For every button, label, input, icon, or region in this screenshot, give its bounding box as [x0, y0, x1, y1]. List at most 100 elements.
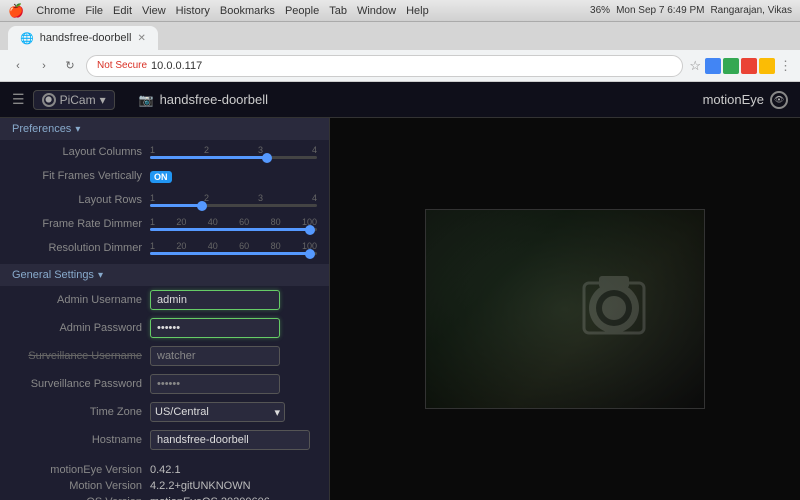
motioneye-logo: motionEye	[703, 92, 764, 107]
motioneye-icon: 👁	[770, 91, 788, 109]
tab-title: handsfree-doorbell	[40, 32, 132, 44]
layout-rows-track	[150, 204, 317, 207]
layout-columns-track	[150, 156, 317, 159]
apple-icon[interactable]: 🍎	[8, 3, 24, 19]
battery-indicator: 36%	[590, 5, 610, 16]
motioneye-version-label: motionEye Version	[12, 464, 142, 476]
camera-dropdown-icon: ▾	[100, 93, 106, 107]
mac-menubar: 🍎 Chrome File Edit View History Bookmark…	[0, 0, 800, 22]
menu-people[interactable]: People	[285, 5, 319, 17]
device-icon: 📷	[139, 93, 154, 107]
layout-rows-fill	[150, 204, 200, 207]
menu-tab[interactable]: Tab	[329, 5, 347, 17]
frame-rate-label: Frame Rate Dimmer	[12, 218, 142, 230]
hostname-value: handsfree-doorbell	[150, 430, 317, 450]
general-settings-header[interactable]: General Settings ▾	[0, 264, 329, 286]
camera-silhouette-icon	[564, 268, 664, 348]
general-settings-label: General Settings	[12, 269, 94, 281]
menu-history[interactable]: History	[176, 5, 210, 17]
ext-icon-4	[759, 58, 775, 74]
resolution-dimmer-thumb[interactable]	[305, 249, 315, 259]
admin-password-input[interactable]: ••••••	[150, 318, 280, 338]
app-container: ☰ ⬤ PiCam ▾ 📷 handsfree-doorbell motionE…	[0, 82, 800, 500]
motion-version-label: Motion Version	[12, 480, 142, 492]
username: Rangarajan, Vikas	[710, 5, 792, 16]
timezone-label: Time Zone	[12, 406, 142, 418]
fit-frames-label: Fit Frames Vertically	[12, 170, 142, 182]
frame-rate-row: Frame Rate Dimmer 120406080100	[0, 212, 329, 236]
bookmark-star[interactable]: ☆	[689, 58, 701, 74]
menu-bookmarks[interactable]: Bookmarks	[220, 5, 275, 17]
os-version-value: motionEyeOS 20200606	[150, 496, 270, 500]
surveillance-username-value: watcher	[150, 346, 317, 366]
surveillance-password-input[interactable]: ••••••	[150, 374, 280, 394]
frame-rate-fill	[150, 228, 309, 231]
hostname-input[interactable]: handsfree-doorbell	[150, 430, 310, 450]
device-name-text: handsfree-doorbell	[160, 92, 268, 107]
menu-window[interactable]: Window	[357, 5, 396, 17]
camera-feed-display	[425, 209, 705, 409]
resolution-dimmer-track	[150, 252, 317, 255]
menu-chrome[interactable]: Chrome	[36, 5, 75, 17]
settings-panel: Preferences ▾ Layout Columns 1234	[0, 118, 330, 500]
surveillance-password-value: ••••••	[150, 374, 317, 394]
app-header: ☰ ⬤ PiCam ▾ 📷 handsfree-doorbell motionE…	[0, 82, 800, 118]
extension-icons	[705, 58, 775, 74]
general-settings-chevron: ▾	[98, 270, 103, 281]
admin-password-label: Admin Password	[12, 322, 142, 334]
admin-username-value: admin	[150, 290, 317, 310]
layout-rows-row: Layout Rows 1234	[0, 188, 329, 212]
ext-icon-2	[723, 58, 739, 74]
surveillance-password-row: Surveillance Password ••••••	[0, 370, 329, 398]
chrome-tab-active[interactable]: 🌐 handsfree-doorbell ✕	[8, 26, 158, 50]
fit-frames-toggle[interactable]: ON	[150, 171, 172, 183]
resolution-dimmer-slider[interactable]: 120406080100	[150, 241, 317, 255]
chrome-addressbar: ‹ › ↻ Not Secure 10.0.0.117 ☆ ⋮	[0, 50, 800, 82]
forward-button[interactable]: ›	[34, 56, 54, 76]
admin-username-input[interactable]: admin	[150, 290, 280, 310]
menu-help[interactable]: Help	[406, 5, 429, 17]
camera-selector[interactable]: ⬤ PiCam ▾	[33, 90, 115, 110]
admin-username-row: Admin Username admin	[0, 286, 329, 314]
layout-columns-slider[interactable]: 1234	[150, 145, 317, 159]
surveillance-username-input[interactable]: watcher	[150, 346, 280, 366]
menu-edit[interactable]: Edit	[113, 5, 132, 17]
layout-columns-thumb[interactable]	[262, 153, 272, 163]
device-name-display: 📷 handsfree-doorbell	[139, 92, 268, 107]
security-indicator: Not Secure	[97, 60, 147, 71]
os-version-row: OS Version motionEyeOS 20200606	[0, 494, 329, 500]
camera-name: PiCam	[60, 93, 96, 107]
resolution-dimmer-fill	[150, 252, 309, 255]
resolution-dimmer-row: Resolution Dimmer 120406080100	[0, 236, 329, 260]
os-version-label: OS Version	[12, 496, 142, 500]
layout-rows-label: Layout Rows	[12, 194, 142, 206]
ext-icon-3	[741, 58, 757, 74]
motioneye-version-row: motionEye Version 0.42.1	[0, 462, 329, 478]
profile-button[interactable]: ⋮	[779, 58, 792, 74]
preferences-label: Preferences	[12, 123, 71, 135]
tab-close-button[interactable]: ✕	[137, 33, 145, 44]
header-left: ☰ ⬤ PiCam ▾ 📷 handsfree-doorbell	[12, 90, 268, 110]
menu-view[interactable]: View	[142, 5, 166, 17]
preferences-header[interactable]: Preferences ▾	[0, 118, 329, 140]
admin-password-value: ••••••	[150, 318, 317, 338]
timezone-value: US/Central ▾	[150, 402, 317, 422]
admin-password-row: Admin Password ••••••	[0, 314, 329, 342]
chrome-tabbar: 🌐 handsfree-doorbell ✕	[0, 22, 800, 50]
address-bar[interactable]: Not Secure 10.0.0.117	[86, 55, 683, 77]
datetime: Mon Sep 7 6:49 PM	[616, 5, 704, 16]
frame-rate-thumb[interactable]	[305, 225, 315, 235]
frame-rate-slider[interactable]: 120406080100	[150, 217, 317, 231]
timezone-select[interactable]: US/Central ▾	[150, 402, 285, 422]
motion-version-row: Motion Version 4.2.2+gitUNKNOWN	[0, 478, 329, 494]
admin-username-label: Admin Username	[12, 294, 142, 306]
header-right: motionEye 👁	[703, 91, 788, 109]
layout-rows-slider[interactable]: 1234	[150, 193, 317, 207]
motion-version-value: 4.2.2+gitUNKNOWN	[150, 480, 251, 492]
back-button[interactable]: ‹	[8, 56, 28, 76]
reload-button[interactable]: ↻	[60, 56, 80, 76]
layout-columns-fill	[150, 156, 267, 159]
menu-file[interactable]: File	[85, 5, 103, 17]
hamburger-icon[interactable]: ☰	[12, 91, 25, 108]
layout-rows-thumb[interactable]	[197, 201, 207, 211]
